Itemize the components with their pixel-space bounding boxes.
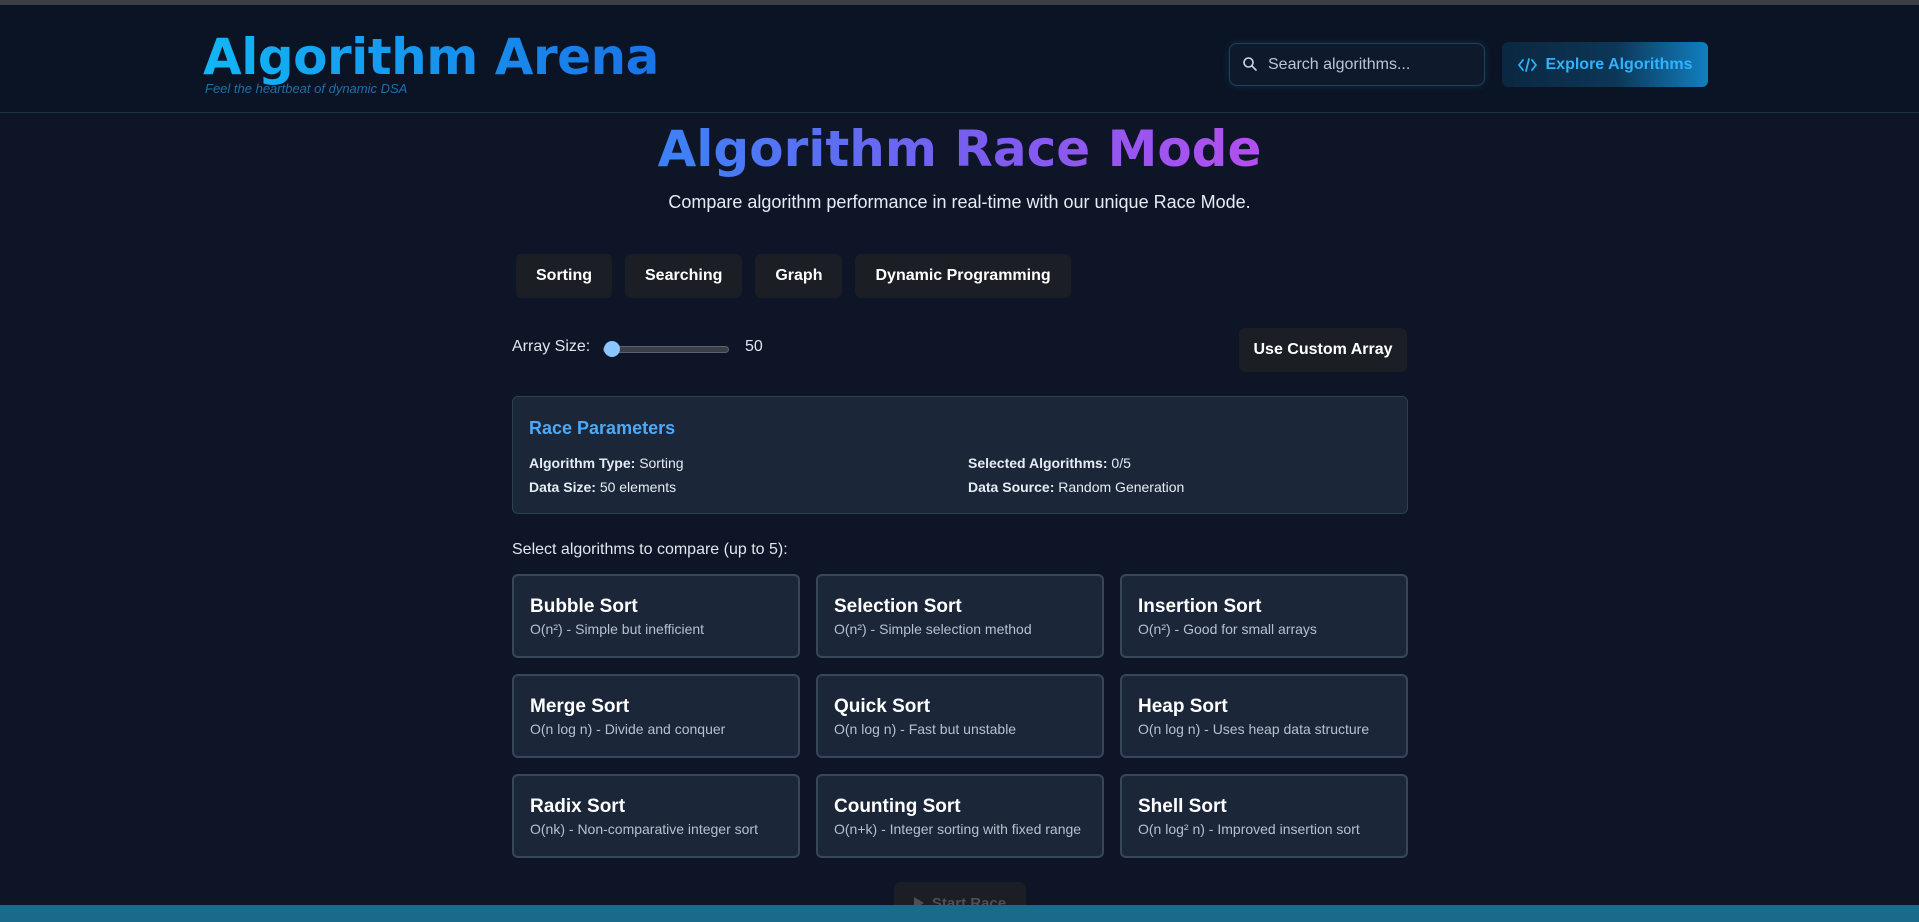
page-title-text: Algorithm Race Mode xyxy=(657,120,1262,178)
use-custom-array-button[interactable]: Use Custom Array xyxy=(1239,328,1407,372)
param-data-size-value: 50 elements xyxy=(599,479,677,495)
algorithm-card-name: Heap Sort xyxy=(1138,696,1228,717)
param-algorithm-type-label: Algorithm Type: xyxy=(529,455,636,471)
algorithm-card-name: Merge Sort xyxy=(530,696,630,717)
tab-dynamic-programming[interactable]: Dynamic Programming xyxy=(855,254,1071,298)
algorithm-card-name: Bubble Sort xyxy=(530,596,638,617)
algorithm-card-desc: O(n+k) - Integer sorting with fixed rang… xyxy=(834,821,1082,837)
param-selected-algorithms: Selected Algorithms: 0/5 xyxy=(968,455,1131,471)
algorithm-card-name: Shell Sort xyxy=(1138,796,1227,817)
category-tabs: Sorting Searching Graph Dynamic Programm… xyxy=(516,254,1071,298)
algorithm-card-heap-sort[interactable]: Heap Sort O(n log n) - Uses heap data st… xyxy=(1120,674,1408,758)
algorithm-card-shell-sort[interactable]: Shell Sort O(n log² n) - Improved insert… xyxy=(1120,774,1408,858)
algorithm-card-grid: Bubble Sort O(n²) - Simple but inefficie… xyxy=(512,574,1408,858)
explore-algorithms-button[interactable]: Explore Algorithms xyxy=(1502,42,1708,87)
algorithm-card-insertion-sort[interactable]: Insertion Sort O(n²) - Good for small ar… xyxy=(1120,574,1408,658)
param-selected-label: Selected Algorithms: xyxy=(968,455,1108,471)
algorithm-card-desc: O(nk) - Non-comparative integer sort xyxy=(530,821,758,837)
algorithm-card-selection-sort[interactable]: Selection Sort O(n²) - Simple selection … xyxy=(816,574,1104,658)
race-parameters-panel: Race Parameters Algorithm Type: Sorting … xyxy=(512,396,1408,514)
array-size-slider-thumb[interactable] xyxy=(604,341,620,357)
search-box[interactable] xyxy=(1229,43,1485,86)
algorithm-card-merge-sort[interactable]: Merge Sort O(n log n) - Divide and conqu… xyxy=(512,674,800,758)
explore-algorithms-label: Explore Algorithms xyxy=(1545,55,1693,73)
search-input[interactable] xyxy=(1268,44,1478,85)
brand[interactable]: Algorithm Arena Feel the heartbeat of dy… xyxy=(203,27,659,96)
tab-sorting[interactable]: Sorting xyxy=(516,254,612,298)
param-data-size-label: Data Size: xyxy=(529,479,596,495)
array-size-value: 50 xyxy=(745,338,763,355)
algorithm-card-desc: O(n²) - Simple but inefficient xyxy=(530,621,705,637)
algorithm-card-bubble-sort[interactable]: Bubble Sort O(n²) - Simple but inefficie… xyxy=(512,574,800,658)
param-selected-value: 0/5 xyxy=(1111,455,1131,471)
code-icon xyxy=(1517,57,1537,72)
tab-graph[interactable]: Graph xyxy=(755,254,843,298)
search-icon xyxy=(1243,57,1257,71)
site-header: Algorithm Arena Feel the heartbeat of dy… xyxy=(0,5,1919,113)
algorithm-card-desc: O(n log² n) - Improved insertion sort xyxy=(1138,821,1360,837)
bottom-status-bar xyxy=(0,905,1919,922)
param-algorithm-type-value: Sorting xyxy=(639,455,684,471)
param-data-source: Data Source: Random Generation xyxy=(968,479,1184,495)
race-parameters-title: Race Parameters xyxy=(529,418,676,438)
page-subtitle: Compare algorithm performance in real-ti… xyxy=(668,192,1251,212)
tab-searching[interactable]: Searching xyxy=(625,254,743,298)
algorithm-card-name: Radix Sort xyxy=(530,796,626,817)
brand-title[interactable]: Algorithm Arena xyxy=(203,27,659,87)
algorithm-card-name: Insertion Sort xyxy=(1138,596,1262,617)
algorithm-card-counting-sort[interactable]: Counting Sort O(n+k) - Integer sorting w… xyxy=(816,774,1104,858)
algorithm-card-desc: O(n log n) - Divide and conquer xyxy=(530,721,726,737)
algorithm-card-desc: O(n log n) - Fast but unstable xyxy=(834,721,1017,737)
algorithm-card-name: Quick Sort xyxy=(834,696,931,717)
algorithm-card-quick-sort[interactable]: Quick Sort O(n log n) - Fast but unstabl… xyxy=(816,674,1104,758)
algorithm-card-name: Counting Sort xyxy=(834,796,961,817)
param-data-size: Data Size: 50 elements xyxy=(529,479,676,495)
array-size-label: Array Size: xyxy=(512,338,591,355)
page-title: Algorithm Race Mode xyxy=(0,113,1919,185)
algorithm-card-radix-sort[interactable]: Radix Sort O(nk) - Non-comparative integ… xyxy=(512,774,800,858)
array-size-slider[interactable] xyxy=(603,346,729,353)
algorithm-card-desc: O(n²) - Simple selection method xyxy=(834,621,1032,637)
param-data-source-label: Data Source: xyxy=(968,479,1055,495)
algorithm-card-desc: O(n²) - Good for small arrays xyxy=(1138,621,1317,637)
param-algorithm-type: Algorithm Type: Sorting xyxy=(529,455,684,471)
algorithm-card-desc: O(n log n) - Uses heap data structure xyxy=(1138,721,1370,737)
param-data-source-value: Random Generation xyxy=(1058,479,1185,495)
algorithm-card-name: Selection Sort xyxy=(834,596,962,617)
select-algorithms-prompt: Select algorithms to compare (up to 5): xyxy=(512,541,788,558)
